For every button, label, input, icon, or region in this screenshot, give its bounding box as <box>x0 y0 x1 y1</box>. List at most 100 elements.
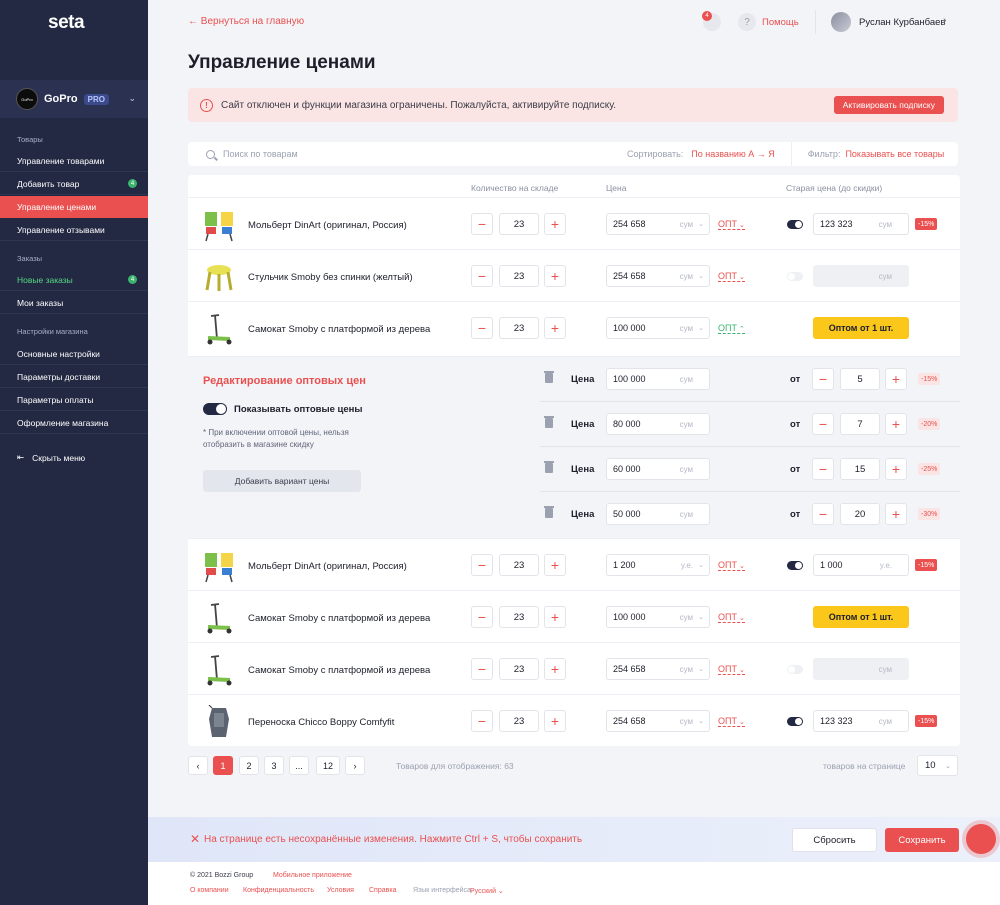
currency-select[interactable]: у.е. <box>681 561 693 570</box>
quantity-field[interactable]: 23 <box>499 317 539 339</box>
back-to-home-link[interactable]: ← Вернуться на главную <box>188 16 304 27</box>
decrease-qty-button[interactable]: − <box>471 658 493 680</box>
old-price-toggle[interactable] <box>787 717 803 726</box>
footer-link-privacy[interactable]: Конфиденциальность <box>243 887 314 894</box>
footer-link-help[interactable]: Справка <box>369 887 396 894</box>
old-price-toggle[interactable] <box>787 561 803 570</box>
increase-qty-button[interactable]: + <box>544 554 566 576</box>
tier-qty-field[interactable]: 15 <box>840 458 880 480</box>
decrease-qty-button[interactable]: − <box>471 265 493 287</box>
old-price-field[interactable]: 123 323 сум <box>813 213 909 235</box>
wholesale-opt-toggle[interactable]: ОПТ ⌄ <box>718 664 745 675</box>
store-switcher[interactable]: GoPro GoPro PRO ⌄ <box>0 80 148 118</box>
old-price-field[interactable]: 123 323 сум <box>813 710 909 732</box>
old-price-field[interactable]: 1 000 у.е. <box>813 554 909 576</box>
footer-link-terms[interactable]: Условия <box>327 887 354 894</box>
per-page-select[interactable]: 10 ⌄ <box>917 755 958 776</box>
user-name[interactable]: Руслан Курбанбаев <box>859 17 946 28</box>
sidebar-item-payment[interactable]: Параметры оплаты <box>0 389 148 411</box>
next-page-button[interactable]: › <box>345 756 365 775</box>
sidebar-item-new-orders[interactable]: Новые заказы 4 <box>0 269 148 291</box>
sidebar-item-design[interactable]: Оформление магазина <box>0 412 148 434</box>
trash-icon[interactable] <box>544 416 554 428</box>
currency-select[interactable]: сум <box>680 717 693 726</box>
avatar[interactable] <box>831 12 851 32</box>
prev-page-button[interactable]: ‹ <box>188 756 208 775</box>
increase-tier-qty-button[interactable]: + <box>885 368 907 390</box>
price-field[interactable]: 254 658 сум ⌄ <box>606 265 710 287</box>
wholesale-opt-toggle[interactable]: ОПТ ⌄ <box>718 219 745 230</box>
increase-qty-button[interactable]: + <box>544 265 566 287</box>
sidebar-item-add-product[interactable]: Добавить товар 4 <box>0 173 148 195</box>
price-field[interactable]: 100 000 сум ⌄ <box>606 317 710 339</box>
increase-tier-qty-button[interactable]: + <box>885 413 907 435</box>
increase-qty-button[interactable]: + <box>544 710 566 732</box>
sidebar-item-delivery[interactable]: Параметры доставки <box>0 366 148 388</box>
wholesale-opt-toggle[interactable]: ОПТ ⌄ <box>718 612 745 623</box>
quantity-field[interactable]: 23 <box>499 213 539 235</box>
wholesale-opt-toggle[interactable]: ОПТ ⌄ <box>718 716 745 727</box>
wholesale-from-button[interactable]: Оптом от 1 шт. <box>813 317 909 339</box>
currency-select[interactable]: сум <box>680 665 693 674</box>
increase-qty-button[interactable]: + <box>544 317 566 339</box>
decrease-tier-qty-button[interactable]: − <box>812 458 834 480</box>
page-button[interactable]: 12 <box>316 756 340 775</box>
tier-qty-field[interactable]: 7 <box>840 413 880 435</box>
help-link[interactable]: Помощь <box>762 17 799 28</box>
old-price-toggle[interactable] <box>787 272 803 281</box>
show-wholesale-toggle[interactable] <box>203 403 227 415</box>
decrease-qty-button[interactable]: − <box>471 710 493 732</box>
sidebar-item-manage-reviews[interactable]: Управление отзывами <box>0 219 148 241</box>
tier-price-field[interactable]: 60 000 сум <box>606 458 710 480</box>
page-button[interactable]: 2 <box>239 756 259 775</box>
decrease-tier-qty-button[interactable]: − <box>812 503 834 525</box>
price-field[interactable]: 100 000 сум ⌄ <box>606 606 710 628</box>
activate-subscription-button[interactable]: Активировать подписку <box>833 96 944 114</box>
footer-link-about[interactable]: О компании <box>190 887 229 894</box>
quantity-field[interactable]: 23 <box>499 265 539 287</box>
tier-price-field[interactable]: 50 000 сум <box>606 503 710 525</box>
quantity-field[interactable]: 23 <box>499 710 539 732</box>
quantity-field[interactable]: 23 <box>499 606 539 628</box>
add-price-variant-button[interactable]: Добавить вариант цены <box>203 470 361 492</box>
sidebar-item-basic-settings[interactable]: Основные настройки <box>0 343 148 365</box>
sidebar-item-my-orders[interactable]: Мои заказы <box>0 292 148 314</box>
price-field[interactable]: 254 658 сум ⌄ <box>606 658 710 680</box>
currency-select[interactable]: сум <box>680 220 693 229</box>
trash-icon[interactable] <box>544 461 554 473</box>
quantity-field[interactable]: 23 <box>499 554 539 576</box>
filter-select[interactable]: Показывать все товары <box>845 149 944 159</box>
price-field[interactable]: 254 658 сум ⌄ <box>606 710 710 732</box>
decrease-tier-qty-button[interactable]: − <box>812 368 834 390</box>
hide-menu-button[interactable]: ⇤ Скрыть меню <box>17 452 85 463</box>
wholesale-from-button[interactable]: Оптом от 1 шт. <box>813 606 909 628</box>
reset-button[interactable]: Сбросить <box>792 828 877 852</box>
wholesale-opt-toggle[interactable]: ОПТ ⌄ <box>718 271 745 282</box>
decrease-qty-button[interactable]: − <box>471 317 493 339</box>
page-button[interactable]: 1 <box>213 756 233 775</box>
save-button[interactable]: Сохранить <box>885 828 959 852</box>
page-button[interactable]: 3 <box>264 756 284 775</box>
sidebar-item-manage-products[interactable]: Управление товарами <box>0 150 148 172</box>
question-icon[interactable]: ? <box>738 13 756 31</box>
logo[interactable]: seta <box>48 12 85 34</box>
decrease-qty-button[interactable]: − <box>471 213 493 235</box>
decrease-qty-button[interactable]: − <box>471 606 493 628</box>
increase-qty-button[interactable]: + <box>544 606 566 628</box>
tier-price-field[interactable]: 80 000 сум <box>606 413 710 435</box>
sort-select[interactable]: По названию А → Я <box>691 149 774 159</box>
increase-tier-qty-button[interactable]: + <box>885 503 907 525</box>
chat-icon[interactable] <box>966 824 996 854</box>
currency-select[interactable]: сум <box>680 324 693 333</box>
quantity-field[interactable]: 23 <box>499 658 539 680</box>
sidebar-item-manage-prices[interactable]: Управление ценами <box>0 196 148 218</box>
old-price-field[interactable]: сум <box>813 265 909 287</box>
tier-qty-field[interactable]: 5 <box>840 368 880 390</box>
wholesale-opt-toggle[interactable]: ОПТ ⌃ <box>718 323 745 334</box>
bell-icon[interactable]: 4 <box>702 11 721 31</box>
currency-select[interactable]: сум <box>680 613 693 622</box>
trash-icon[interactable] <box>544 506 554 518</box>
trash-icon[interactable] <box>544 371 554 383</box>
search-input[interactable]: Поиск по товарам <box>223 149 627 159</box>
increase-tier-qty-button[interactable]: + <box>885 458 907 480</box>
